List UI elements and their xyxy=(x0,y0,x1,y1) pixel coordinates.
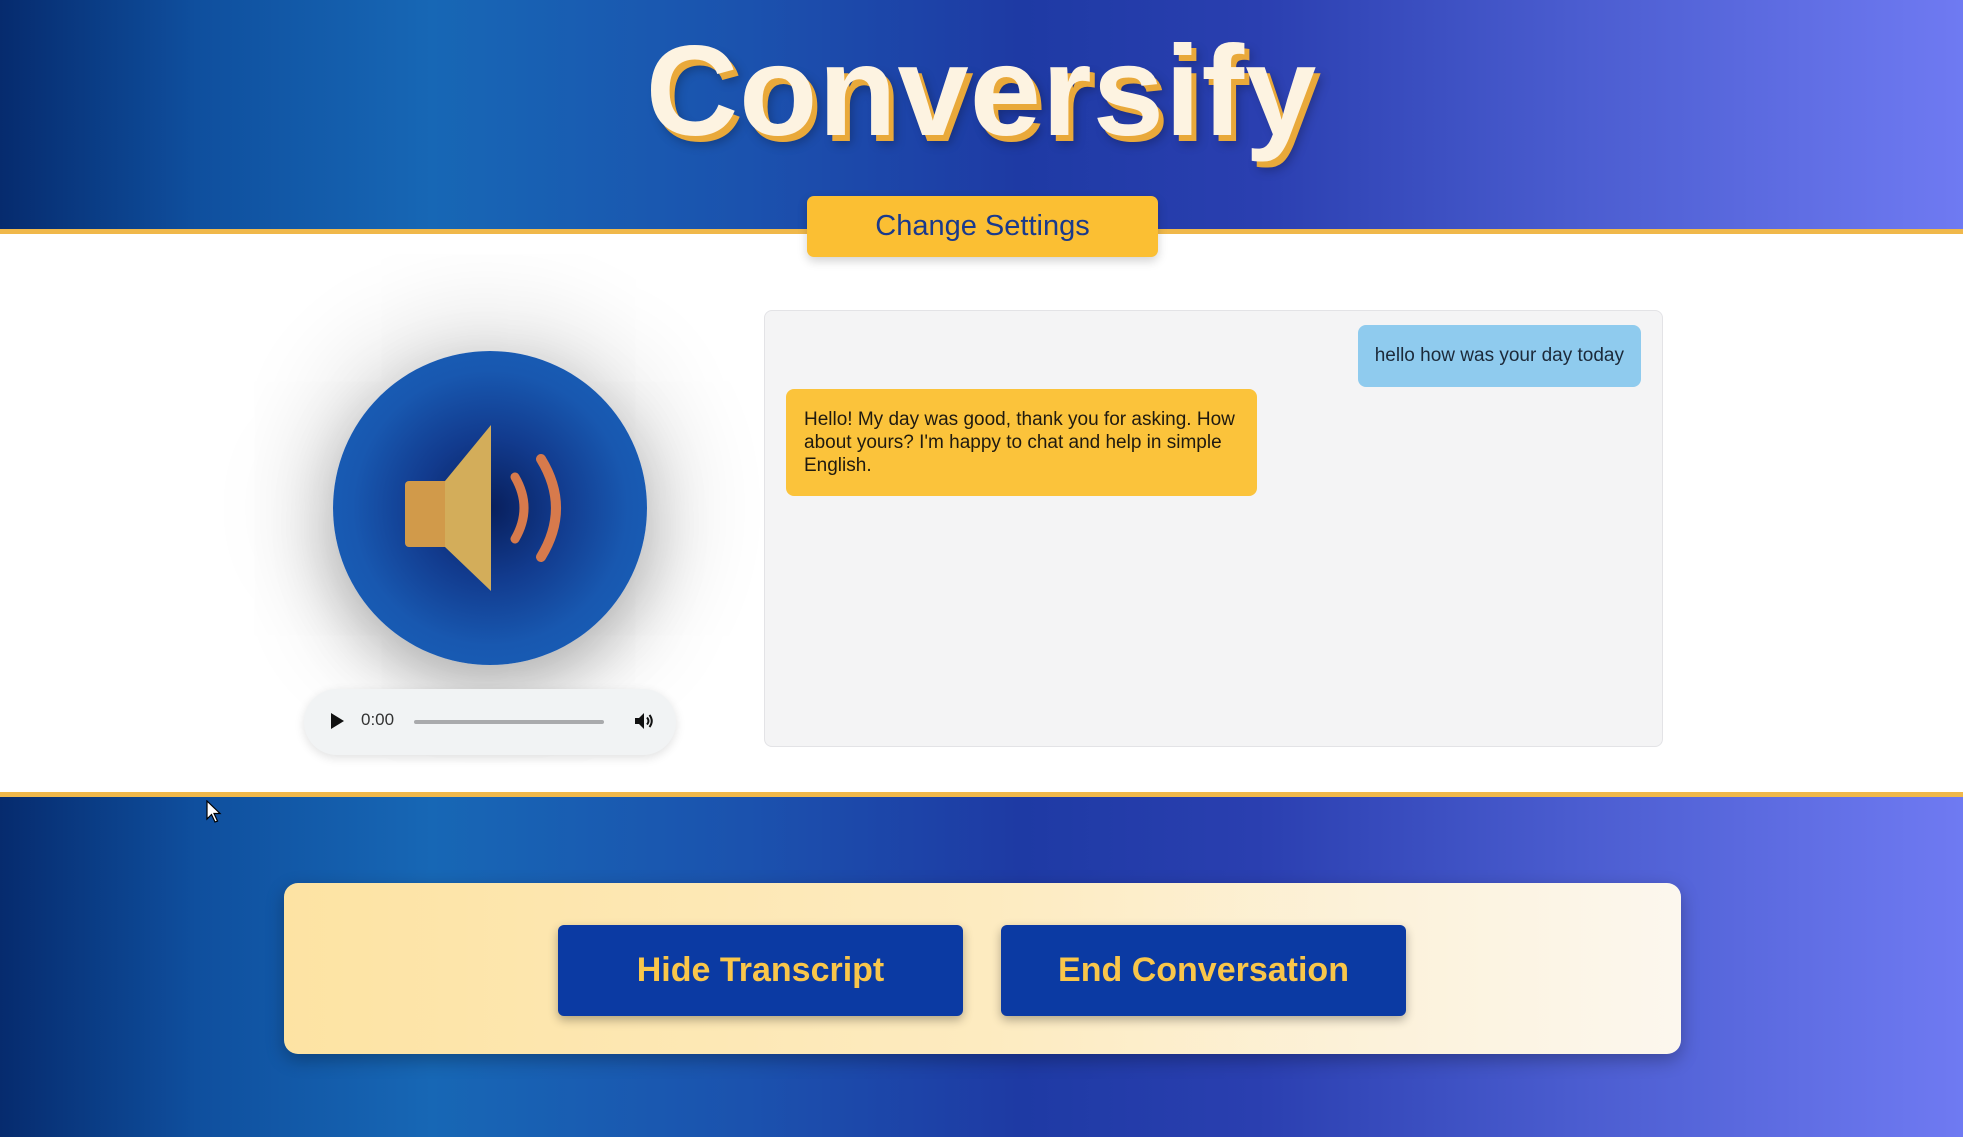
app-title: Conversify xyxy=(645,20,1318,163)
user-message-bubble: hello how was your day today xyxy=(1357,325,1641,387)
speaker-visual xyxy=(333,351,647,665)
play-icon[interactable] xyxy=(331,713,344,729)
audio-player: 0:00 xyxy=(304,689,676,755)
speaker-volume-icon xyxy=(405,425,561,591)
audio-time: 0:00 xyxy=(361,710,395,729)
assistant-message-bubble: Hello! My day was good, thank you for as… xyxy=(786,389,1257,496)
header-bar: Conversify xyxy=(0,0,1963,229)
end-conversation-button[interactable]: End Conversation xyxy=(1001,925,1406,1016)
transcript-panel: hello how was your day today Hello! My d… xyxy=(764,310,1663,747)
volume-icon[interactable] xyxy=(632,709,656,733)
mouse-cursor-icon xyxy=(206,800,222,823)
change-settings-button[interactable]: Change Settings xyxy=(807,196,1158,257)
hide-transcript-button[interactable]: Hide Transcript xyxy=(558,925,963,1016)
control-panel: Hide Transcript End Conversation xyxy=(284,883,1681,1054)
audio-progress-slider[interactable] xyxy=(414,720,604,724)
